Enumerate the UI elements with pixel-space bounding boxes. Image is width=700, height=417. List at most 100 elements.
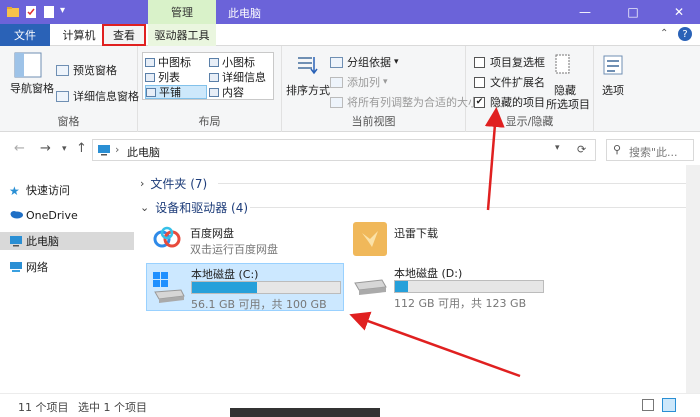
devices-section-header[interactable]: ⌄ 设备和驱动器 (4) [140,199,248,216]
layout-tiles[interactable]: 平铺 [145,85,207,99]
device-tile-baidu[interactable]: 百度网盘 双击运行百度网盘 [146,221,346,257]
up-arrow-icon[interactable]: ↑ [76,141,87,156]
layout-content[interactable]: 内容 [209,85,271,99]
details-pane-icon [56,90,69,102]
checkbox-icon [474,76,485,88]
layout-gallery: 中图标 小图标 列表 详细信息 平铺 内容 [142,52,274,100]
tab-file[interactable]: 文件 [0,24,50,46]
preview-pane-button[interactable]: 预览窗格 [56,62,117,78]
usage-bar-fill [192,282,258,293]
baidu-netdisk-icon [152,225,182,253]
background-window-edge [686,165,700,393]
close-button[interactable]: ✕ [656,0,700,24]
folder-icon[interactable] [6,5,20,19]
preview-pane-icon [56,64,69,76]
device-capacity: 112 GB 可用，共 123 GB [394,297,527,310]
item-checkboxes-toggle[interactable]: 项目复选框 [474,54,545,70]
address-input[interactable]: › 此电脑 ▾ ⟳ [92,139,596,161]
address-dropdown-icon[interactable]: ▾ [555,143,560,153]
sidebar-item-quick-access[interactable]: ★ 快速访问 [0,181,134,199]
checkbox-checked-icon: ✔ [474,96,485,108]
options-icon[interactable] [602,54,624,76]
refresh-icon[interactable]: ⟳ [577,143,586,156]
device-name: 本地磁盘 (C:) [191,268,259,281]
d-drive-usage-bar [394,280,544,293]
device-name: 迅雷下载 [394,227,438,240]
hard-drive-icon [352,273,388,299]
navigation-pane-button[interactable]: 导航窗格 [10,80,54,96]
back-arrow-icon[interactable]: ← [14,141,25,156]
collapse-ribbon-icon[interactable]: ⌃ [660,28,668,39]
breadcrumb[interactable]: 此电脑 [127,144,160,160]
options-button[interactable]: 选项 [602,82,624,98]
checkbox-icon [474,56,485,68]
c-drive-usage-bar [191,281,341,294]
new-folder-icon[interactable] [42,5,56,19]
size-columns-icon [330,96,343,108]
this-pc-icon [97,144,111,156]
sort-icon[interactable] [296,54,318,76]
file-extensions-toggle[interactable]: 文件扩展名 [474,74,545,90]
hide-selected-label-2[interactable]: 所选项目 [546,96,590,112]
device-description: 双击运行百度网盘 [190,243,278,256]
large-icons-view-icon[interactable] [662,398,676,412]
sidebar-item-this-pc[interactable]: 此电脑 [0,232,134,250]
group-by-button[interactable]: 分组依据 ▾ [330,54,399,70]
current-view-group: 排序方式 分组依据 ▾ 添加列 ▾ 将所有列调整为合适的大小 当前视图 [282,46,479,132]
item-count: 11 个项目 [18,401,69,414]
search-input[interactable]: ⚲ 搜索"此... [606,139,694,161]
sidebar-item-network[interactable]: 网络 [0,258,134,276]
layout-medium-icons[interactable]: 中图标 [145,55,207,69]
layout-details[interactable]: 详细信息 [209,70,271,84]
address-bar-row: ← → ▾ ↑ › 此电脑 ▾ ⟳ ⚲ 搜索"此... [0,133,700,165]
sidebar-item-onedrive[interactable]: OneDrive [0,206,134,224]
properties-icon[interactable] [24,5,38,19]
device-tile-d-drive[interactable]: 本地磁盘 (D:) 112 GB 可用，共 123 GB [348,263,548,311]
quick-access-toolbar: ▾ [6,4,78,20]
window-title: 此电脑 [228,7,261,20]
size-columns-button[interactable]: 将所有列调整为合适的大小 [330,94,479,110]
search-placeholder: 搜索"此... [629,146,678,159]
details-view-icon[interactable] [642,399,654,411]
tab-view[interactable]: 查看 [102,24,146,46]
current-view-group-label: 当前视图 [351,115,396,128]
search-icon: ⚲ [613,143,622,156]
panes-group-label: 窗格 [57,115,80,128]
sort-by-button[interactable]: 排序方式 [286,82,330,98]
hidden-items-toggle[interactable]: ✔ 隐藏的项目 [474,94,545,110]
device-tile-c-drive[interactable]: 本地磁盘 (C:) 56.1 GB 可用，共 100 GB [146,263,344,311]
xunlei-download-icon [352,221,388,257]
content-icon [209,87,219,97]
customize-toolbar-icon[interactable]: ▾ [60,5,74,19]
tab-computer[interactable]: 计算机 [56,24,102,46]
device-name: 百度网盘 [190,227,234,240]
tab-drive-tools[interactable]: 驱动器工具 [148,24,216,46]
panes-group: 导航窗格 预览窗格 详细信息窗格 窗格 [0,46,139,132]
dropdown-arrow-icon: ▾ [383,77,388,87]
dropdown-arrow-icon: ▾ [394,57,399,67]
medium-icons-icon [145,57,155,67]
layout-small-icons[interactable]: 小图标 [209,55,271,69]
details-pane-button[interactable]: 详细信息窗格 [56,88,139,104]
maximize-button[interactable]: □ [610,0,656,24]
minimize-button[interactable]: — [562,0,608,24]
folders-section-header[interactable]: › 文件夹 (7) [140,175,207,192]
help-icon[interactable]: ? [678,27,692,41]
small-icons-icon [209,57,219,67]
chevron-right-icon: › [140,177,145,190]
cloud-icon [9,209,23,221]
layout-list[interactable]: 列表 [145,70,207,84]
forward-arrow-icon[interactable]: → [40,141,51,156]
navigation-pane-icon[interactable] [14,52,42,78]
recent-locations-icon[interactable]: ▾ [62,144,67,154]
details-icon [209,72,219,82]
section-divider [218,183,688,184]
system-drive-icon [151,270,185,304]
manage-tab[interactable]: 管理 [148,0,216,24]
title-bar: ▾ 管理 此电脑 — □ ✕ [0,0,700,24]
device-tile-xunlei[interactable]: 迅雷下载 [348,219,548,259]
add-columns-icon [330,76,343,88]
hide-selected-icon[interactable] [554,54,572,76]
options-group: 选项 [594,46,634,132]
add-columns-button[interactable]: 添加列 ▾ [330,74,388,90]
